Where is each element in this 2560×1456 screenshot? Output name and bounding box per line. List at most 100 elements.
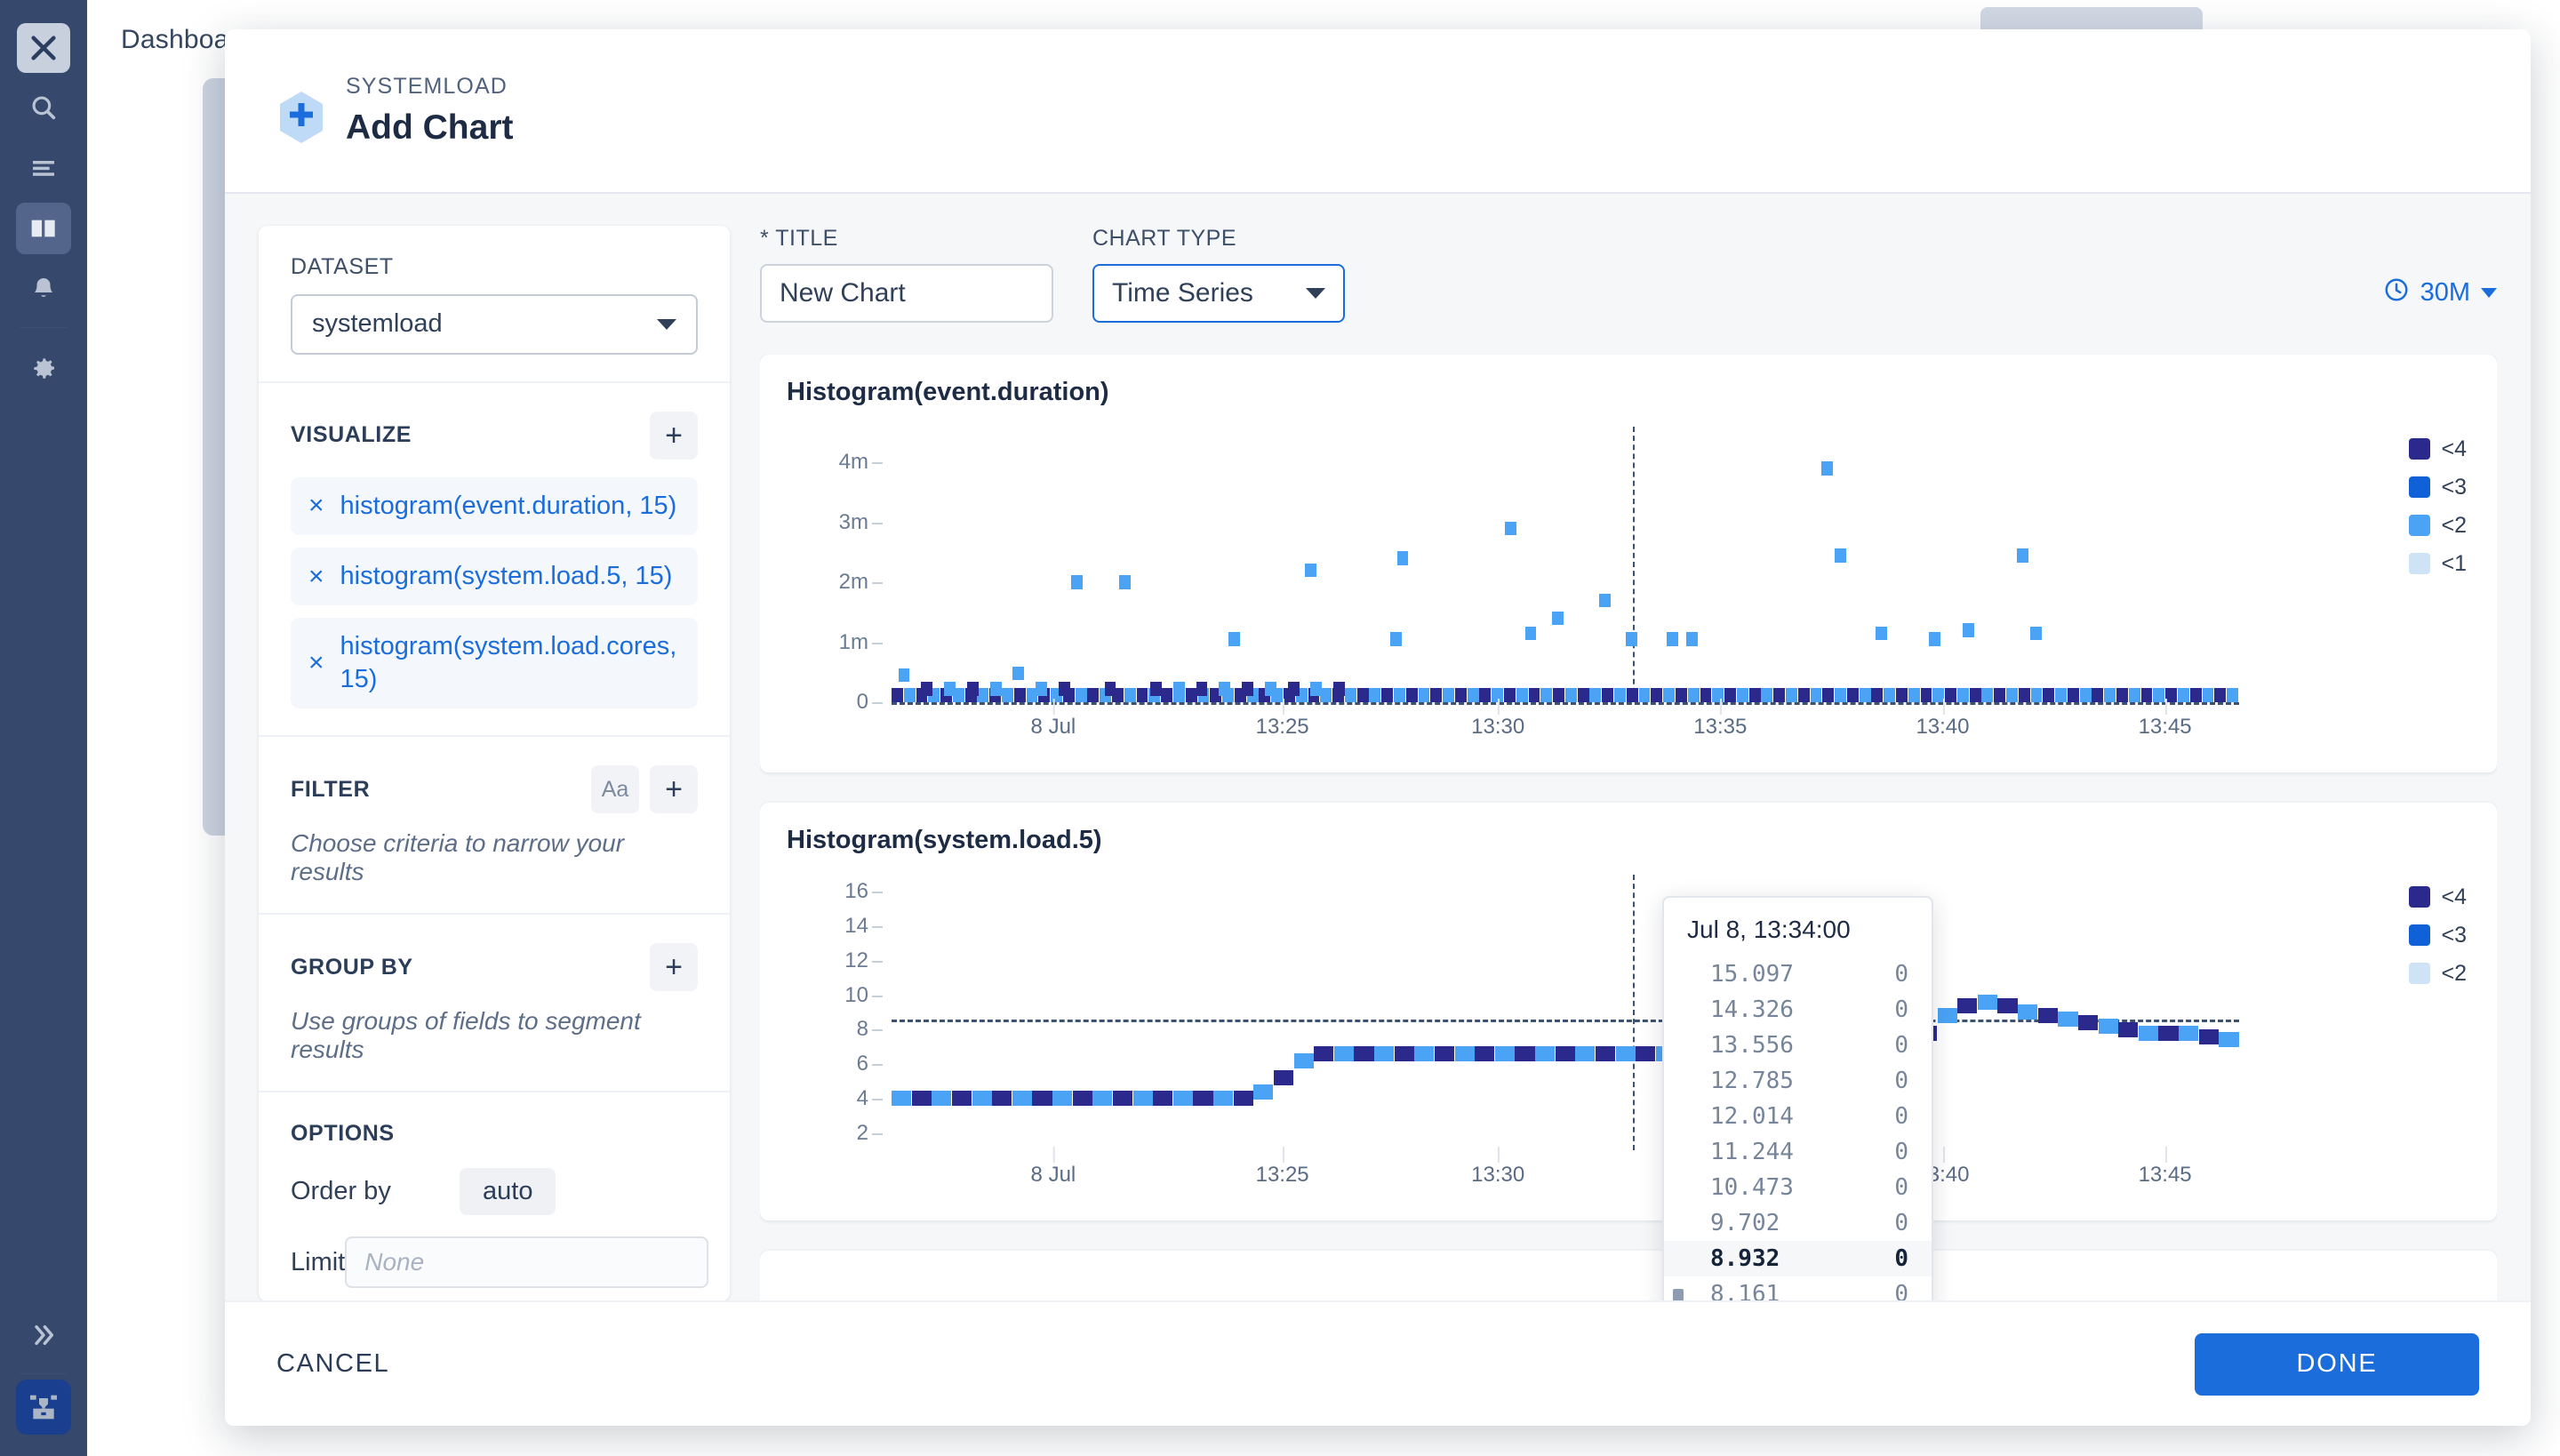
- x-axis-tick-line: [1942, 698, 1945, 715]
- legend-item[interactable]: <2: [2409, 961, 2467, 987]
- visualize-chip[interactable]: × histogram(event.duration, 15): [291, 476, 698, 536]
- heatmap-cell: [1997, 997, 2018, 1013]
- visualize-chip[interactable]: × histogram(system.load.5, 15): [291, 548, 698, 606]
- sidebar-expand-button[interactable]: [16, 1309, 71, 1361]
- sidebar-divider: [20, 327, 68, 328]
- add-group-by-button[interactable]: +: [650, 943, 698, 992]
- modal-title: Add Chart: [346, 108, 514, 147]
- time-range-picker[interactable]: 30M: [2383, 276, 2497, 323]
- heatmap-cell: [1333, 1045, 1354, 1061]
- visualize-chip[interactable]: × histogram(system.load.cores, 15): [291, 618, 698, 709]
- heatmap-cell: [1859, 688, 1871, 702]
- close-icon[interactable]: ×: [308, 492, 324, 519]
- time-range-value: 30M: [2420, 278, 2470, 308]
- close-icon[interactable]: ×: [308, 650, 324, 676]
- heatmap-cell: [2202, 688, 2214, 702]
- heatmap-cell: [2030, 688, 2043, 702]
- heatmap-cell: [1651, 688, 1663, 702]
- plot-area-1: 4m 3m 2m 1m 0 8 Jul 13:25 13:30 13:35 13:40 13:45: [787, 426, 2470, 740]
- heatmap-cell: [1636, 1045, 1656, 1061]
- heatmap-cell: [1310, 682, 1323, 696]
- legend-item[interactable]: <3: [2409, 475, 2467, 500]
- heatmap-cell: [1871, 688, 1884, 702]
- heatmap-cell: [1196, 682, 1208, 696]
- chart-title-input[interactable]: [760, 263, 1053, 323]
- title-field-group: * TITLE: [760, 226, 1053, 323]
- heatmap-cell: [1615, 1045, 1636, 1061]
- heatmap-cell: [1443, 688, 1454, 702]
- heatmap-cell: [1687, 688, 1700, 702]
- heatmap-cell: [2043, 688, 2055, 702]
- legend-2: <4 <3 <2: [2409, 884, 2467, 987]
- heatmap-cell: [1070, 575, 1083, 589]
- heatmap-cell: [2227, 688, 2238, 702]
- add-visualize-button[interactable]: +: [650, 411, 698, 460]
- legend-swatch: [2409, 553, 2431, 575]
- heatmap-cell: [1675, 688, 1687, 702]
- heatmap-cell: [2177, 688, 2189, 702]
- heatmap-cell: [1589, 688, 1602, 702]
- x-axis-tick-line: [1498, 698, 1500, 715]
- sidebar-item-explore[interactable]: [16, 142, 71, 194]
- options-section: OPTIONS Order by auto Limit Null values …: [259, 1092, 730, 1300]
- close-icon[interactable]: ×: [308, 563, 324, 590]
- done-button[interactable]: DONE: [2195, 1332, 2479, 1396]
- sidebar-item-dashboards[interactable]: [16, 203, 71, 254]
- heatmap-cell: [1393, 688, 1405, 702]
- heatmap-cell: [1124, 688, 1136, 702]
- dataset-select[interactable]: systemload: [291, 293, 698, 355]
- legend-item[interactable]: <3: [2409, 923, 2467, 948]
- sidebar-item-alerts[interactable]: [16, 263, 71, 315]
- heatmap-cell: [1626, 688, 1638, 702]
- heatmap-cell: [1092, 1091, 1113, 1107]
- legend-item[interactable]: <4: [2409, 436, 2467, 462]
- chart-card-event-duration: Histogram(event.duration) 4m 3m 2m 1m 0 8 Ju…: [760, 354, 2497, 772]
- tooltip-scrollbar[interactable]: [1673, 1288, 1684, 1301]
- heatmap-cell: [1344, 688, 1356, 702]
- heatmap-cell: [1994, 688, 2006, 702]
- heatmap-cell: [2153, 688, 2165, 702]
- cancel-button[interactable]: CANCEL: [276, 1349, 389, 1379]
- sidebar-item-settings[interactable]: [16, 342, 71, 394]
- heatmap-cell: [989, 682, 1002, 696]
- heatmap-cell: [1058, 682, 1070, 696]
- heatmap-cell: [1293, 1052, 1314, 1068]
- heatmap-cell: [1835, 688, 1846, 702]
- heatmap-cell: [1193, 1091, 1213, 1107]
- chart-type-select[interactable]: Time Series: [1092, 263, 1345, 323]
- add-filter-button[interactable]: +: [650, 765, 698, 814]
- heatmap-cell: [1908, 688, 1920, 702]
- filter-text-mode-button[interactable]: Aa: [591, 765, 639, 814]
- y-axis-tick: 6: [856, 1052, 884, 1076]
- heatmap-cell: [1551, 611, 1564, 626]
- heatmap-cell: [1516, 688, 1528, 702]
- crosshair-line: [1632, 874, 1635, 1150]
- legend-item[interactable]: <4: [2409, 884, 2467, 910]
- x-axis-1: 8 Jul 13:25 13:30 13:35 13:40 13:45: [892, 698, 2239, 740]
- plot-canvas-2: [892, 874, 2239, 1150]
- legend-swatch: [2409, 963, 2431, 985]
- title-label: * TITLE: [760, 225, 838, 251]
- limit-input[interactable]: [345, 1236, 709, 1289]
- chevron-double-right-icon: [29, 1321, 58, 1349]
- x-axis-tick: 8 Jul: [1031, 698, 1076, 740]
- heatmap-cell: [1821, 461, 1833, 476]
- heatmap-cell: [1663, 688, 1676, 702]
- heatmap-cell: [2138, 1025, 2159, 1041]
- y-axis-tick: 1m: [838, 629, 884, 654]
- search-icon: [28, 92, 59, 123]
- heatmap-cell: [1969, 688, 1981, 702]
- legend-item[interactable]: <1: [2409, 551, 2467, 577]
- filter-hint: Choose criteria to narrow your results: [291, 829, 625, 886]
- heatmap-cell: [1414, 1045, 1435, 1061]
- order-by-value[interactable]: auto: [460, 1168, 556, 1216]
- tooltip-bucket: 8.932: [1710, 1244, 1780, 1272]
- heatmap-cell: [1810, 688, 1822, 702]
- x-axis-tick: 13:30: [1471, 1146, 1524, 1188]
- visualize-chip-label: histogram(event.duration, 15): [340, 491, 677, 520]
- heatmap-cell: [1213, 1091, 1234, 1107]
- legend-item[interactable]: <2: [2409, 513, 2467, 539]
- sidebar-item-search[interactable]: [16, 82, 71, 133]
- app-brand-icon[interactable]: [16, 1380, 71, 1435]
- x-logo-icon[interactable]: [17, 23, 70, 73]
